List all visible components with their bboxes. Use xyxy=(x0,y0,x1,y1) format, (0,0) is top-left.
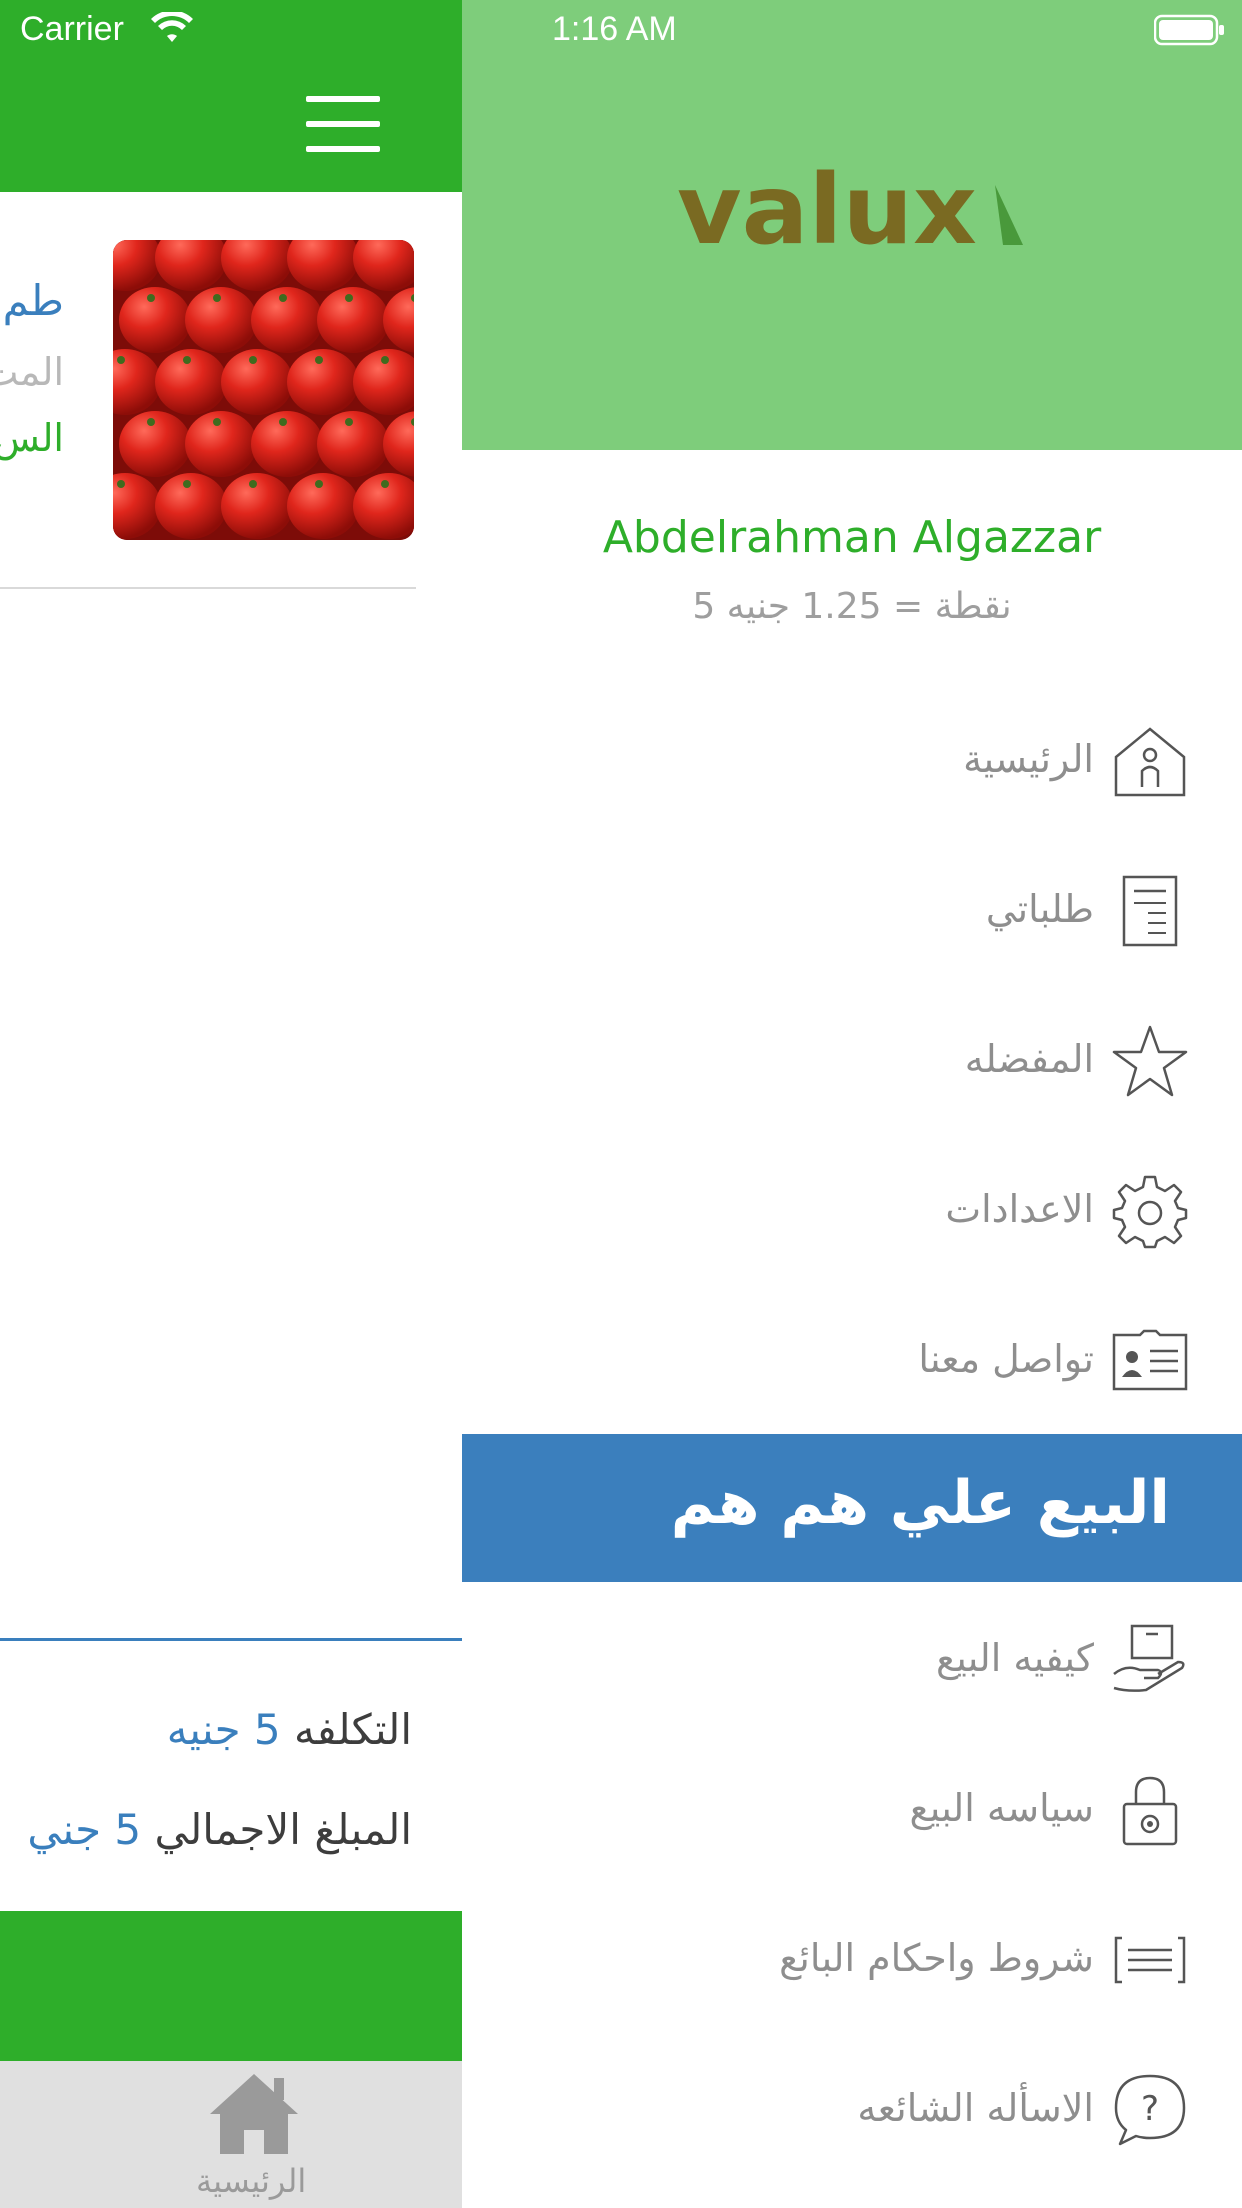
tomato xyxy=(251,287,323,353)
tomato-stem xyxy=(213,294,221,302)
total-label: المبلغ الاجمالي xyxy=(154,1805,413,1854)
menu-item-settings[interactable]: الاعدادات xyxy=(462,1133,1242,1283)
tomato xyxy=(221,349,293,415)
cost-label: التكلفه xyxy=(293,1705,412,1754)
tomato xyxy=(185,287,257,353)
tomato xyxy=(317,411,389,477)
document-list-icon xyxy=(1122,875,1178,947)
tab-home-label[interactable]: الرئيسية xyxy=(196,2162,306,2200)
star-icon xyxy=(1112,1025,1188,1097)
tomato-stem xyxy=(315,356,323,364)
menu-item-how-to-sell[interactable]: كيفيه البيع xyxy=(462,1582,1242,1732)
user-name: Abdelrahman Algazzar xyxy=(602,512,1102,563)
tomato-stem xyxy=(117,480,125,488)
tomato-stem xyxy=(315,480,323,488)
menu-item-seller-terms[interactable]: شروط واحكام البائع xyxy=(462,1882,1242,2032)
tomato xyxy=(221,473,293,539)
tomato-stem xyxy=(117,356,125,364)
menu-label-orders: طلباتي xyxy=(985,887,1094,931)
menu-label-home: الرئيسية xyxy=(963,737,1094,781)
tomato-stem xyxy=(183,356,191,364)
gear-icon xyxy=(1112,1175,1188,1249)
divider xyxy=(0,587,416,589)
tomato xyxy=(119,411,191,477)
contact-card-icon xyxy=(1112,1329,1188,1391)
tomato-stem xyxy=(345,294,353,302)
menu-label-faq: الاسأله الشائعه xyxy=(857,2086,1094,2130)
menu-item-sell-policy[interactable]: سياسه البيع xyxy=(462,1732,1242,1882)
background-screen: Carrier طم المت الس التكلفه 5 جنيه المبل… xyxy=(0,0,462,2208)
menu-item-home[interactable]: الرئيسية xyxy=(462,683,1242,833)
tomato-stem xyxy=(249,480,257,488)
sell-section-header: البيع علي هم هم xyxy=(462,1434,1242,1582)
product-image[interactable] xyxy=(113,240,414,540)
tomato-stem xyxy=(183,480,191,488)
lock-icon xyxy=(1122,1776,1178,1846)
menu-label-sell-policy: سياسه البيع xyxy=(909,1786,1094,1830)
home-icon[interactable] xyxy=(204,2068,304,2158)
tomato-stem xyxy=(147,294,155,302)
product-price: الس xyxy=(0,416,64,460)
total-value: 5 جني xyxy=(27,1805,142,1854)
product-subtitle: المت xyxy=(0,350,64,394)
hand-box-icon xyxy=(1113,1624,1185,1692)
user-points: 5 نقطة = 1.25 جنيه xyxy=(692,586,1012,627)
cost-value: 5 جنيه xyxy=(166,1705,281,1754)
tomato-stem xyxy=(249,356,257,364)
side-drawer: 1:16 AM valux Abdelrahman Algazzar 5 نقط… xyxy=(462,0,1242,2208)
status-time: 1:16 AM xyxy=(552,10,677,48)
tomato-stem xyxy=(279,418,287,426)
menu-item-faq[interactable]: ? الاسأله الشائعه xyxy=(462,2032,1242,2182)
menu-item-orders[interactable]: طلباتي xyxy=(462,833,1242,983)
tomato-stem xyxy=(213,418,221,426)
menu-label-how-to-sell: كيفيه البيع xyxy=(936,1636,1094,1680)
total-row: المبلغ الاجمالي 5 جني xyxy=(27,1805,412,1854)
tomato xyxy=(155,349,227,415)
carrier-label: Carrier xyxy=(20,10,124,48)
tomato xyxy=(251,411,323,477)
terms-icon xyxy=(1114,1936,1186,1984)
valux-logo: valux xyxy=(677,165,1023,255)
menu-label-favorites: المفضله xyxy=(964,1037,1094,1081)
question-bubble-icon: ? xyxy=(1114,2074,1186,2146)
svg-text:valux: valux xyxy=(677,165,977,255)
menu-item-contact[interactable]: تواصل معنا xyxy=(462,1283,1242,1433)
menu-item-favorites[interactable]: المفضله xyxy=(462,983,1242,1133)
tomato-stem xyxy=(345,418,353,426)
tomato-stem xyxy=(147,418,155,426)
tomato xyxy=(185,411,257,477)
tomato-stem xyxy=(381,480,389,488)
tomato xyxy=(119,287,191,353)
menu-label-settings: الاعدادات xyxy=(945,1187,1094,1231)
nav-bar xyxy=(0,62,462,192)
tomato-stem xyxy=(381,356,389,364)
menu-label-seller-terms: شروط واحكام البائع xyxy=(779,1936,1094,1980)
sell-section-title: البيع علي هم هم xyxy=(670,1468,1170,1538)
menu-hamburger-icon[interactable] xyxy=(306,96,380,152)
cost-row: التكلفه 5 جنيه xyxy=(167,1705,412,1754)
home-person-icon xyxy=(1114,727,1186,797)
wifi-icon xyxy=(151,12,193,42)
tomato xyxy=(287,349,359,415)
summary-divider xyxy=(0,1638,462,1641)
tomato xyxy=(155,473,227,539)
battery-icon xyxy=(1154,14,1224,46)
svg-text:?: ? xyxy=(1141,2089,1159,2129)
tomato-stem xyxy=(279,294,287,302)
checkout-button[interactable] xyxy=(0,1911,462,2061)
tomato xyxy=(287,473,359,539)
product-title[interactable]: طم xyxy=(3,276,64,325)
menu-label-contact: تواصل معنا xyxy=(918,1337,1094,1381)
tomato xyxy=(317,287,389,353)
tomatoes-image xyxy=(113,240,414,540)
